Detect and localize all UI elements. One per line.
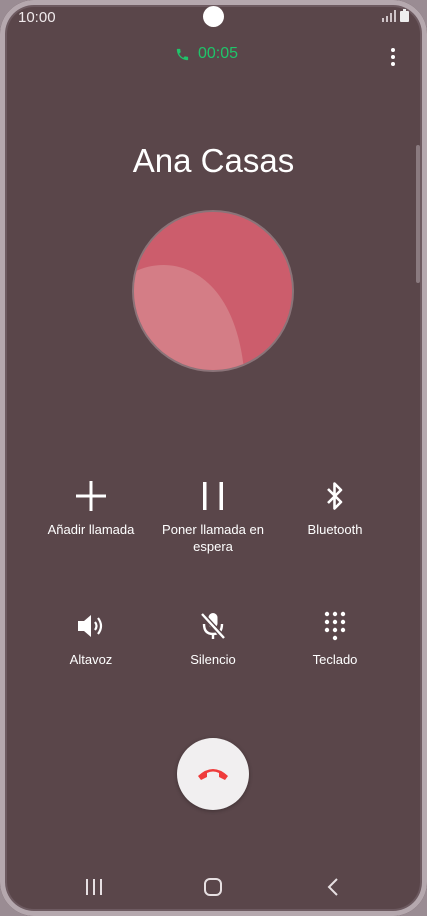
mute-button[interactable]: Silencio [143,609,283,668]
back-button[interactable] [326,878,340,896]
bluetooth-label: Bluetooth [307,522,363,537]
scroll-indicator [416,145,420,283]
contact-avatar [134,212,292,370]
pause-icon [203,482,223,510]
keypad-label: Teclado [312,652,358,667]
plus-icon [76,481,106,511]
call-header: 00:05 [0,45,427,67]
phone-icon [176,48,189,60]
mute-label: Silencio [190,652,236,667]
status-bar: 10:00 [0,0,427,34]
phone-screen: 10:00 00:05 Ana Casas Añadir llamada Pon… [0,0,427,916]
status-time: 10:00 [18,9,56,26]
call-timer: 00:05 [175,45,238,63]
bluetooth-icon [327,482,343,510]
navigation-bar [0,862,427,916]
bluetooth-button[interactable]: Bluetooth [265,479,405,538]
home-button[interactable] [203,878,223,896]
mic-off-icon [200,612,226,640]
system-icons [382,9,409,22]
more-options-icon[interactable] [383,46,403,68]
recent-apps-button[interactable] [84,878,104,896]
home-icon [204,878,222,896]
keypad-button[interactable]: Teclado [265,609,405,668]
contact-name: Ana Casas [132,142,295,179]
keypad-icon [324,611,346,641]
end-call-icon [198,769,228,780]
camera-cutout [203,6,224,27]
back-icon [327,878,338,896]
add-call-button[interactable]: Añadir llamada [21,479,161,538]
call-duration: 00:05 [198,45,239,62]
speaker-label: Altavoz [69,652,113,667]
speaker-button[interactable]: Altavoz [21,609,161,668]
end-call-button[interactable] [177,738,249,810]
recent-apps-icon [86,879,102,895]
battery-icon [400,9,409,22]
add-call-label: Añadir llamada [47,522,135,537]
hold-call-button[interactable]: Poner llamada en espera [143,479,283,555]
hold-call-label: Poner llamada en espera [162,522,264,554]
signal-icon [382,10,396,22]
avatar-image [134,212,292,370]
speaker-icon [78,615,103,637]
